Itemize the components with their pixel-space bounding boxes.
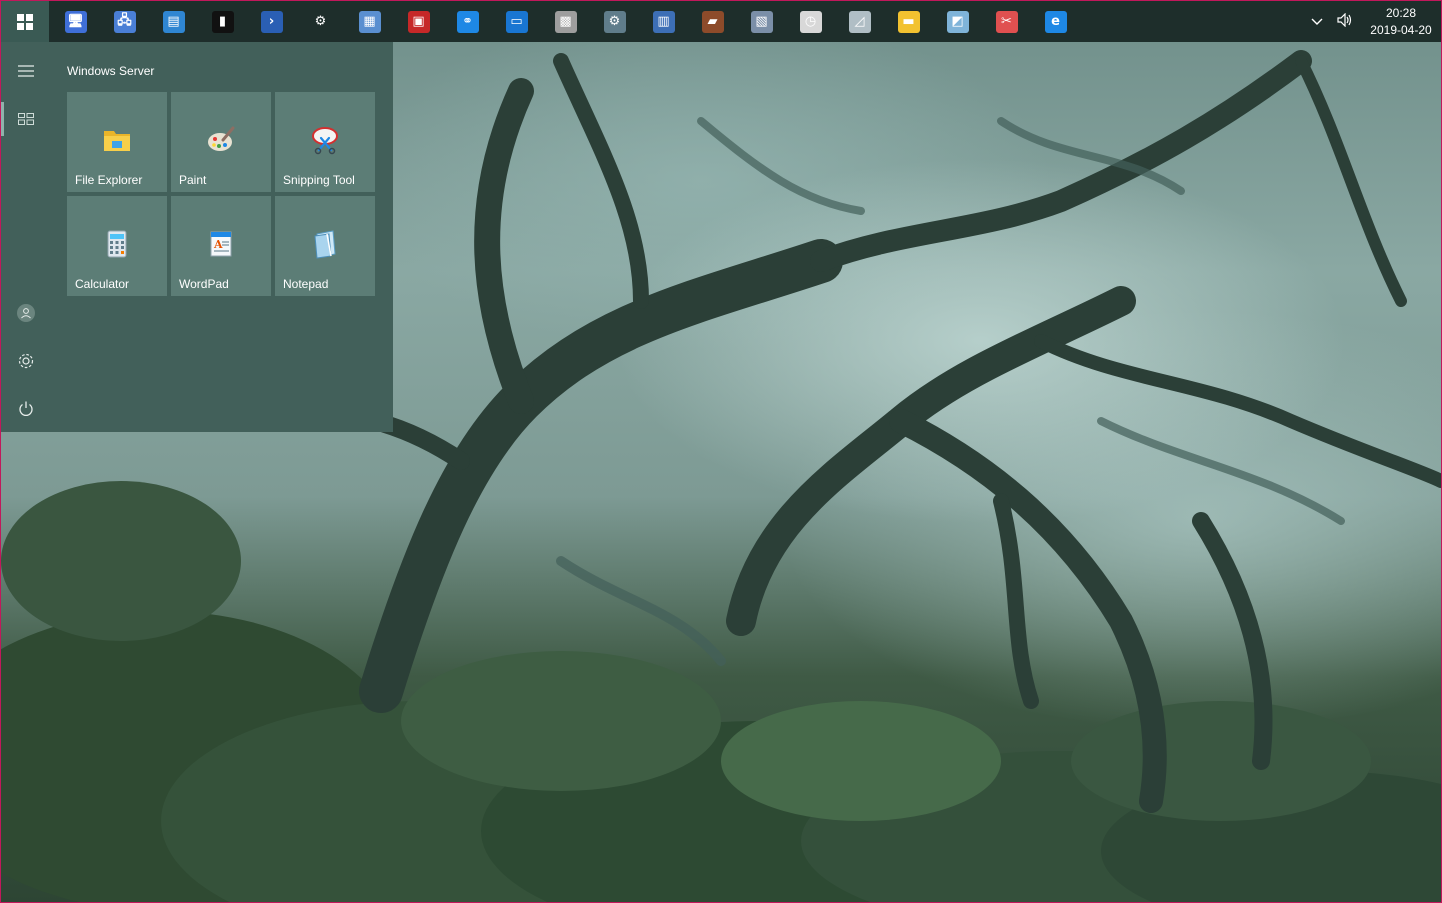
internet-explorer-icon: e	[1044, 10, 1067, 33]
chevron-up-icon[interactable]	[1311, 14, 1323, 30]
windows-logo-icon	[17, 13, 33, 30]
taskbar-pinned-app[interactable]: ▦	[345, 1, 394, 42]
taskbar-pinned-app[interactable]: 🖧	[100, 1, 149, 42]
tile-label: WordPad	[179, 277, 229, 291]
clock-date: 2019-04-20	[1370, 22, 1432, 37]
tile-grid: File Explorer Paint Snipping Tool Calcul…	[67, 92, 375, 296]
tile-label: Notepad	[283, 277, 329, 291]
device-manager-icon: ▥	[652, 10, 675, 33]
taskbar-pinned-app[interactable]: ▤	[149, 1, 198, 42]
computer-management-icon: 🖥	[64, 10, 87, 33]
clock-icon: ◷	[799, 10, 822, 33]
network-icon: ⚭	[456, 10, 479, 33]
component-services-icon: ▩	[554, 10, 577, 33]
user-account-icon[interactable]	[1, 290, 51, 336]
wordpad-icon: A	[210, 231, 232, 257]
start-menu-rail	[1, 42, 51, 432]
calculator-icon	[107, 230, 127, 258]
paint-icon	[208, 126, 235, 151]
taskbar-pinned-app[interactable]: ▭	[492, 1, 541, 42]
pinned-apps: 🖥 🖧 ▤ ▮ › ⚙ ▦ ▣ ⚭ ▭ ▩ ⚙ ▥ ▰ ▧ ◷ ◿ ▬ ◩ ✂ e	[51, 1, 1080, 42]
notepad-icon	[314, 230, 336, 259]
notepad-icon: ◩	[946, 10, 969, 33]
settings-gear-icon[interactable]	[1, 338, 51, 384]
performance-monitor-icon: ◿	[848, 10, 871, 33]
system-info-icon: ▭	[505, 10, 528, 33]
taskbar-pinned-app[interactable]: ▮	[198, 1, 247, 42]
services-icon: ⚙	[603, 10, 626, 33]
taskbar: 🖥 🖧 ▤ ▮ › ⚙ ▦ ▣ ⚭ ▭ ▩ ⚙ ▥ ▰ ▧ ◷ ◿ ▬ ◩ ✂ e 20:28 2019-04-20	[1, 1, 1441, 42]
powershell-icon: ›	[260, 10, 283, 33]
tile-label: Snipping Tool	[283, 173, 355, 187]
volume-icon[interactable]	[1337, 12, 1353, 31]
taskbar-pinned-app[interactable]: ›	[247, 1, 296, 42]
file-server-icon: ▦	[358, 10, 381, 33]
taskbar-pinned-app[interactable]: ⚙	[590, 1, 639, 42]
system-tray: 20:28 2019-04-20	[1311, 1, 1441, 42]
taskbar-pinned-app[interactable]: ▬	[884, 1, 933, 42]
start-button[interactable]	[1, 1, 49, 42]
taskbar-pinned-app[interactable]: ▰	[688, 1, 737, 42]
power-icon[interactable]	[1, 386, 51, 432]
taskbar-pinned-app[interactable]: 🖥	[51, 1, 100, 42]
task-scheduler-icon: ▣	[407, 10, 430, 33]
svg-text:A: A	[213, 238, 223, 251]
toolbox-icon: ▰	[701, 10, 724, 33]
start-menu: Windows Server File Explorer Paint Snipp…	[1, 42, 393, 432]
taskbar-pinned-app[interactable]: ▧	[737, 1, 786, 42]
tiles-view-icon[interactable]	[1, 96, 51, 142]
tile-paint[interactable]: Paint	[171, 92, 271, 192]
tile-calculator[interactable]: Calculator	[67, 196, 167, 296]
taskbar-pinned-app[interactable]: ◿	[835, 1, 884, 42]
taskbar-pinned-app[interactable]: ⚙	[296, 1, 345, 42]
snipping-tool-icon	[312, 127, 338, 155]
remote-desktop-icon: 🖧	[113, 10, 136, 33]
screen: 🖥 🖧 ▤ ▮ › ⚙ ▦ ▣ ⚭ ▭ ▩ ⚙ ▥ ▰ ▧ ◷ ◿ ▬ ◩ ✂ e 20:28 2019-04-20	[0, 0, 1442, 903]
taskbar-pinned-app[interactable]: ✂	[982, 1, 1031, 42]
snipping-tool-icon: ✂	[995, 10, 1018, 33]
file-explorer-icon: ▬	[897, 10, 920, 33]
event-viewer-icon: ▧	[750, 10, 773, 33]
taskbar-pinned-app[interactable]: e	[1031, 1, 1080, 42]
taskbar-pinned-app[interactable]: ▩	[541, 1, 590, 42]
taskbar-pinned-app[interactable]: ▣	[394, 1, 443, 42]
settings-icon: ⚙	[309, 10, 332, 33]
taskbar-pinned-app[interactable]: ⚭	[443, 1, 492, 42]
file-explorer-icon	[104, 131, 130, 151]
taskbar-pinned-app[interactable]: ◷	[786, 1, 835, 42]
tile-notepad[interactable]: Notepad	[275, 196, 375, 296]
taskbar-pinned-app[interactable]: ▥	[639, 1, 688, 42]
start-menu-group-title: Windows Server	[67, 64, 155, 78]
tile-label: File Explorer	[75, 173, 143, 187]
tile-file-explorer[interactable]: File Explorer	[67, 92, 167, 192]
taskbar-pinned-app[interactable]: ◩	[933, 1, 982, 42]
tile-wordpad[interactable]: A WordPad	[171, 196, 271, 296]
command-prompt-icon: ▮	[211, 10, 234, 33]
tile-label: Calculator	[75, 277, 130, 291]
tile-snipping-tool[interactable]: Snipping Tool	[275, 92, 375, 192]
clock[interactable]: 20:28 2019-04-20	[1367, 5, 1435, 39]
hamburger-menu-icon[interactable]	[1, 48, 51, 94]
tile-label: Paint	[179, 173, 207, 187]
server-manager-icon: ▤	[162, 10, 185, 33]
clock-time: 20:28	[1385, 5, 1417, 20]
